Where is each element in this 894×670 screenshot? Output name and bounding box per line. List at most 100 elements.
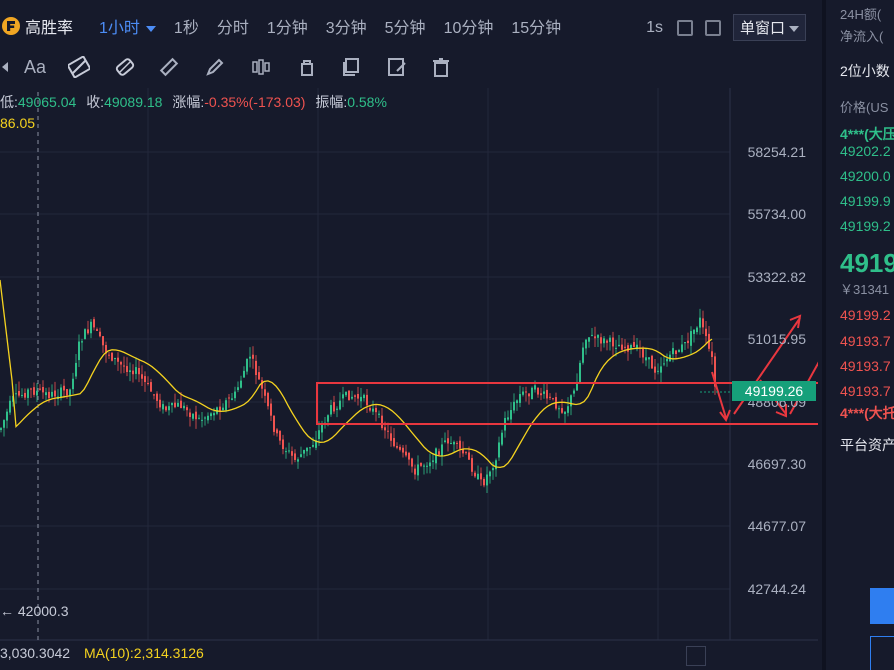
- candle-body: [219, 406, 221, 411]
- candle-body: [345, 391, 347, 396]
- pen-icon[interactable]: [204, 56, 226, 78]
- chart-panel[interactable]: 高胜率 1小时 1秒 分时 1分钟 3分钟 5分钟 10分钟 15分钟 1s 单…: [0, 0, 818, 670]
- candle-body: [687, 340, 689, 344]
- timeframe-1h[interactable]: 1小时: [99, 14, 156, 38]
- candle-body: [24, 392, 26, 398]
- lock-icon[interactable]: [296, 56, 318, 78]
- platform-assets: 平台资产: [840, 437, 894, 453]
- layers-icon[interactable]: [340, 56, 362, 78]
- timeframe-10m[interactable]: 10分钟: [444, 14, 494, 38]
- text-tool-icon[interactable]: Aa: [24, 56, 46, 78]
- candle-body: [690, 331, 692, 346]
- timeframe-3m[interactable]: 3分钟: [326, 14, 367, 38]
- channel-tool-icon[interactable]: [114, 56, 136, 78]
- candle-body: [444, 440, 446, 443]
- candle-body: [120, 361, 122, 365]
- candle-body: [480, 473, 482, 480]
- candle-body: [546, 389, 548, 399]
- candle-body: [675, 350, 677, 355]
- trash-icon[interactable]: [430, 56, 452, 78]
- timeframe-1m[interactable]: 1分钟: [267, 14, 308, 38]
- expand-icon[interactable]: [686, 646, 706, 666]
- candle-body: [198, 417, 200, 419]
- ask-row[interactable]: 49199.2: [840, 218, 891, 234]
- last-price: 4919: [840, 248, 894, 278]
- candle-body: [312, 445, 314, 447]
- candle-body: [183, 405, 185, 409]
- bid-row[interactable]: 49193.7: [840, 333, 891, 349]
- chevron-down-icon: [145, 25, 156, 32]
- window-mode-select[interactable]: 单窗口: [732, 14, 806, 41]
- action-button[interactable]: [870, 588, 894, 624]
- candle-body: [600, 337, 602, 344]
- timeframe-15m[interactable]: 15分钟: [511, 14, 561, 38]
- candle-body: [588, 337, 590, 342]
- ask-row[interactable]: 49199.9: [840, 193, 891, 209]
- candle-body: [30, 388, 32, 390]
- candle-body: [255, 360, 257, 376]
- timeframe-time[interactable]: 分时: [217, 14, 249, 38]
- candle-body: [369, 408, 371, 411]
- top-bar: 高胜率 1小时 1秒 分时 1分钟 3分钟 5分钟 10分钟 15分钟 1s 单…: [0, 0, 818, 52]
- brand-logo-icon: [2, 17, 20, 35]
- secondary-button[interactable]: [870, 636, 894, 670]
- refresh-rate[interactable]: 1s: [646, 19, 663, 37]
- candle-body: [102, 336, 104, 346]
- bid-row[interactable]: 49199.2: [840, 307, 891, 323]
- candle-body: [303, 449, 305, 454]
- edit-icon[interactable]: [386, 56, 408, 78]
- candle-body: [276, 429, 278, 434]
- candle-body: [474, 472, 476, 477]
- ask-row[interactable]: 4***(大压: [840, 124, 894, 144]
- candle-body: [63, 385, 65, 391]
- candle-body: [360, 396, 362, 402]
- candle-body: [660, 366, 662, 373]
- candle-body: [210, 413, 212, 417]
- candle-body: [171, 402, 173, 406]
- ask-row[interactable]: 49202.2: [840, 143, 891, 159]
- bid-row[interactable]: 4***(大托: [840, 403, 894, 423]
- candle-body: [291, 451, 293, 456]
- decimals-select[interactable]: 2位小数: [840, 61, 890, 81]
- pattern-icon[interactable]: [250, 56, 272, 78]
- candle-body: [591, 334, 593, 336]
- candle-body: [252, 354, 254, 359]
- candle-body: [627, 345, 629, 352]
- popout-icon[interactable]: [704, 19, 721, 36]
- timeframe-1s[interactable]: 1秒: [174, 14, 199, 38]
- current-price-tag: 49199.26: [732, 381, 816, 401]
- candle-body: [381, 415, 383, 429]
- ruler-icon[interactable]: [158, 56, 180, 78]
- candle-body: [522, 391, 524, 395]
- bid-row[interactable]: 49193.7: [840, 358, 891, 374]
- arrow-left-icon[interactable]: [0, 56, 16, 78]
- candle-body: [456, 442, 458, 444]
- candle-body: [327, 415, 329, 422]
- candle-body: [387, 430, 389, 432]
- candle-body: [234, 391, 236, 399]
- candle-body: [246, 358, 248, 372]
- volume-readout: 3,030.3042 MA(10):2,314.3126: [0, 645, 204, 661]
- candle-body: [459, 440, 461, 449]
- candle-body: [108, 354, 110, 356]
- bid-row[interactable]: 49193.7: [840, 383, 891, 399]
- candle-body: [150, 382, 152, 392]
- candle-body: [342, 394, 344, 399]
- line-tool-icon[interactable]: [66, 55, 92, 79]
- candle-body: [39, 388, 41, 390]
- volume-ma: MA(10):2,314.3126: [83, 645, 204, 661]
- brand[interactable]: 高胜率: [2, 14, 73, 38]
- candle-body: [699, 317, 701, 328]
- candle-body: [363, 394, 365, 399]
- candle-body: [558, 408, 560, 410]
- ma-value: 86.05: [0, 115, 36, 131]
- price-axis[interactable]: 58254.21 55734.00 53322.82 51015.95 4880…: [730, 88, 818, 668]
- ask-row[interactable]: 49200.0: [840, 168, 891, 184]
- cny-price: ￥31341: [840, 282, 890, 297]
- candle-body: [405, 451, 407, 456]
- timeframe-5m[interactable]: 5分钟: [385, 14, 426, 38]
- candle-body: [81, 341, 83, 343]
- candle-body: [3, 420, 5, 428]
- fullscreen-icon[interactable]: [676, 19, 693, 36]
- candle-body: [651, 355, 653, 369]
